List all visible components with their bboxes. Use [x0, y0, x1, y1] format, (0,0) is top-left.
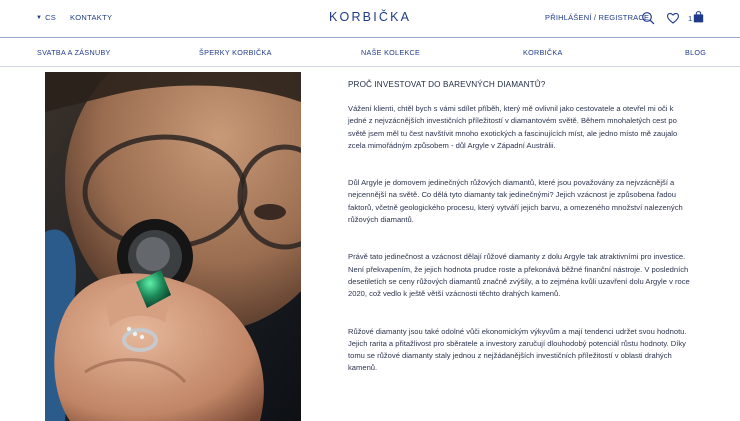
nav-item-korbicka[interactable]: KORBIČKA	[523, 48, 563, 57]
logo[interactable]: KORBIČKA	[329, 10, 411, 24]
contacts-link[interactable]: KONTAKTY	[70, 13, 112, 22]
article-paragraph: Právě tato jedinečnost a vzácnost dělají…	[348, 252, 690, 299]
language-selector[interactable]: ▼ CS	[36, 13, 56, 22]
article-title: PROČ INVESTOVAT DO BAREVNÝCH DIAMANTŮ?	[348, 80, 546, 89]
article-paragraph: Vážení klienti, chtěl bych s vámi sdílet…	[348, 104, 678, 150]
nav-item-weddings[interactable]: SVATBA A ZÁSNUBY	[37, 48, 111, 57]
article-photo	[45, 72, 301, 421]
article-paragraph: Růžové diamanty jsou také odolné vůči ek…	[348, 326, 687, 373]
caret-down-icon: ▼	[36, 14, 43, 21]
shopping-bag-icon[interactable]	[693, 11, 704, 23]
main-navigation: SVATBA A ZÁSNUBY ŠPERKY KORBIČKA NAŠE KO…	[0, 38, 740, 66]
login-register-link[interactable]: PŘIHLÁŠENÍ / REGISTRACE	[545, 13, 649, 22]
nav-item-jewelry[interactable]: ŠPERKY KORBIČKA	[199, 48, 272, 57]
nav-divider	[0, 66, 740, 67]
nav-item-blog[interactable]: BLOG	[685, 48, 706, 57]
language-label: CS	[45, 13, 56, 22]
top-bar: ▼ CS KONTAKTY KORBIČKA PŘIHLÁŠENÍ / REGI…	[0, 0, 740, 37]
article: PROČ INVESTOVAT DO BAREVNÝCH DIAMANTŮ? V…	[348, 80, 693, 400]
cart-count: 1	[688, 14, 693, 23]
search-icon[interactable]	[641, 11, 655, 25]
heart-icon[interactable]	[666, 11, 680, 25]
nav-item-collections[interactable]: NAŠE KOLEKCE	[361, 48, 420, 57]
article-paragraph: Důl Argyle je domovem jedinečných růžový…	[348, 178, 683, 225]
